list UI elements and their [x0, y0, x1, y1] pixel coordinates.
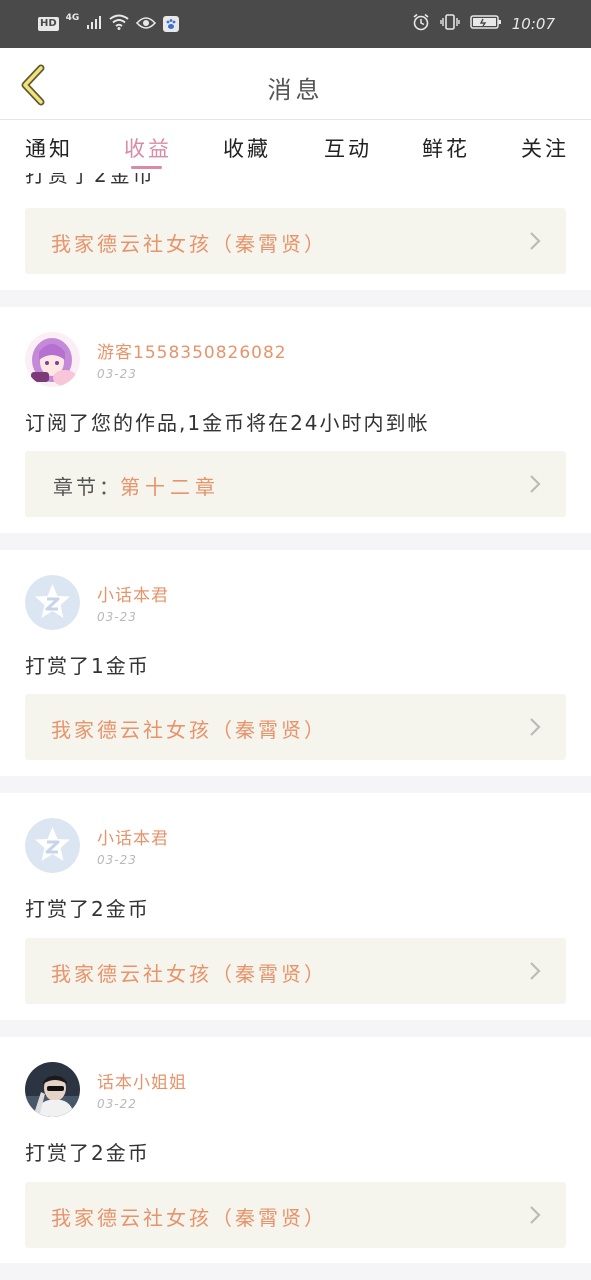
message-date: 03-23	[97, 367, 137, 381]
status-right: 10:07	[412, 12, 555, 36]
chevron-right-icon	[530, 718, 541, 736]
tab-favorites[interactable]: 收藏	[223, 133, 271, 163]
work-title: 我家德云社女孩（秦霄贤）	[51, 962, 327, 986]
message-text: 订阅了您的作品,1金币将在24小时内到帐	[25, 411, 430, 435]
work-title: 我家德云社女孩（秦霄贤）	[51, 232, 327, 256]
username[interactable]: 话本小姐姐	[97, 1068, 187, 1093]
tab-flowers[interactable]: 鲜花	[422, 133, 470, 163]
chevron-right-icon	[530, 232, 541, 250]
username[interactable]: 小话本君	[97, 824, 169, 849]
message-text: 打赏了1金币	[25, 654, 150, 678]
vibrate-icon	[440, 13, 460, 35]
wifi-icon	[109, 14, 129, 34]
message-card: 话本小姐姐 03-22 打赏了2金币 我家德云社女孩（秦霄贤）	[0, 1037, 591, 1263]
baidu-paw-icon	[163, 16, 180, 32]
message-card: 小话本君 03-23 打赏了2金币 我家德云社女孩（秦霄贤）	[0, 793, 591, 1020]
tab-following[interactable]: 关注	[521, 133, 569, 163]
work-link[interactable]: 我家德云社女孩（秦霄贤）	[25, 208, 566, 274]
work-link[interactable]: 我家德云社女孩（秦霄贤）	[25, 938, 566, 1004]
message-card: 游客1558350826082 03-23 订阅了您的作品,1金币将在24小时内…	[0, 307, 591, 533]
chapter-label: 章节：	[53, 475, 122, 499]
alarm-icon	[412, 13, 430, 35]
message-card: 小话本君 03-23 打赏了1金币 我家德云社女孩（秦霄贤）	[0, 550, 591, 776]
message-date: 03-23	[97, 853, 137, 867]
default-avatar-icon[interactable]	[25, 575, 80, 630]
user-avatar[interactable]	[25, 332, 80, 387]
chevron-right-icon	[530, 962, 541, 980]
network-type: 4G	[65, 13, 80, 23]
status-left: HD 4G	[38, 12, 180, 36]
status-bar: HD 4G 10:07	[0, 0, 591, 48]
work-link[interactable]: 我家德云社女孩（秦霄贤）	[25, 694, 566, 760]
tab-earnings[interactable]: 收益	[124, 133, 172, 163]
status-time: 10:07	[511, 15, 555, 33]
signal-icon	[86, 14, 102, 34]
chapter-link[interactable]: 章节： 第十二章	[25, 451, 566, 517]
work-link[interactable]: 我家德云社女孩（秦霄贤）	[25, 1182, 566, 1248]
message-card-partial: 打赏了2金币 我家德云社女孩（秦霄贤）	[0, 173, 591, 290]
page-title: 消息	[267, 76, 324, 104]
message-date: 03-23	[97, 610, 137, 624]
hd-badge: HD	[38, 17, 59, 31]
message-text: 打赏了2金币	[25, 173, 156, 187]
chapter-name: 第十二章	[120, 475, 220, 499]
work-title: 我家德云社女孩（秦霄贤）	[51, 1206, 327, 1230]
card-divider	[0, 533, 591, 550]
default-avatar-icon[interactable]	[25, 818, 80, 873]
message-feed[interactable]: 打赏了2金币 我家德云社女孩（秦霄贤） 游客1558350826082 03-2…	[0, 173, 591, 1280]
active-tab-indicator	[131, 166, 162, 169]
header-bar: 消息	[0, 48, 591, 120]
card-divider	[0, 1020, 591, 1037]
message-text: 打赏了2金币	[25, 897, 150, 921]
card-divider	[0, 776, 591, 793]
tab-bar: 通知 收益 收藏 互动 鲜花 关注	[0, 121, 591, 173]
battery-icon	[470, 14, 502, 34]
message-date: 03-22	[97, 1097, 137, 1111]
chevron-right-icon	[530, 475, 541, 493]
eye-icon	[136, 15, 157, 34]
username[interactable]: 游客1558350826082	[97, 338, 287, 363]
card-divider	[0, 290, 591, 307]
work-title: 我家德云社女孩（秦霄贤）	[51, 718, 327, 742]
user-avatar[interactable]	[25, 1062, 80, 1117]
username[interactable]: 小话本君	[97, 581, 169, 606]
message-text: 打赏了2金币	[25, 1141, 150, 1165]
tab-notifications[interactable]: 通知	[25, 133, 73, 163]
tab-interactions[interactable]: 互动	[324, 133, 372, 163]
card-divider	[0, 1263, 591, 1280]
chevron-right-icon	[530, 1206, 541, 1224]
